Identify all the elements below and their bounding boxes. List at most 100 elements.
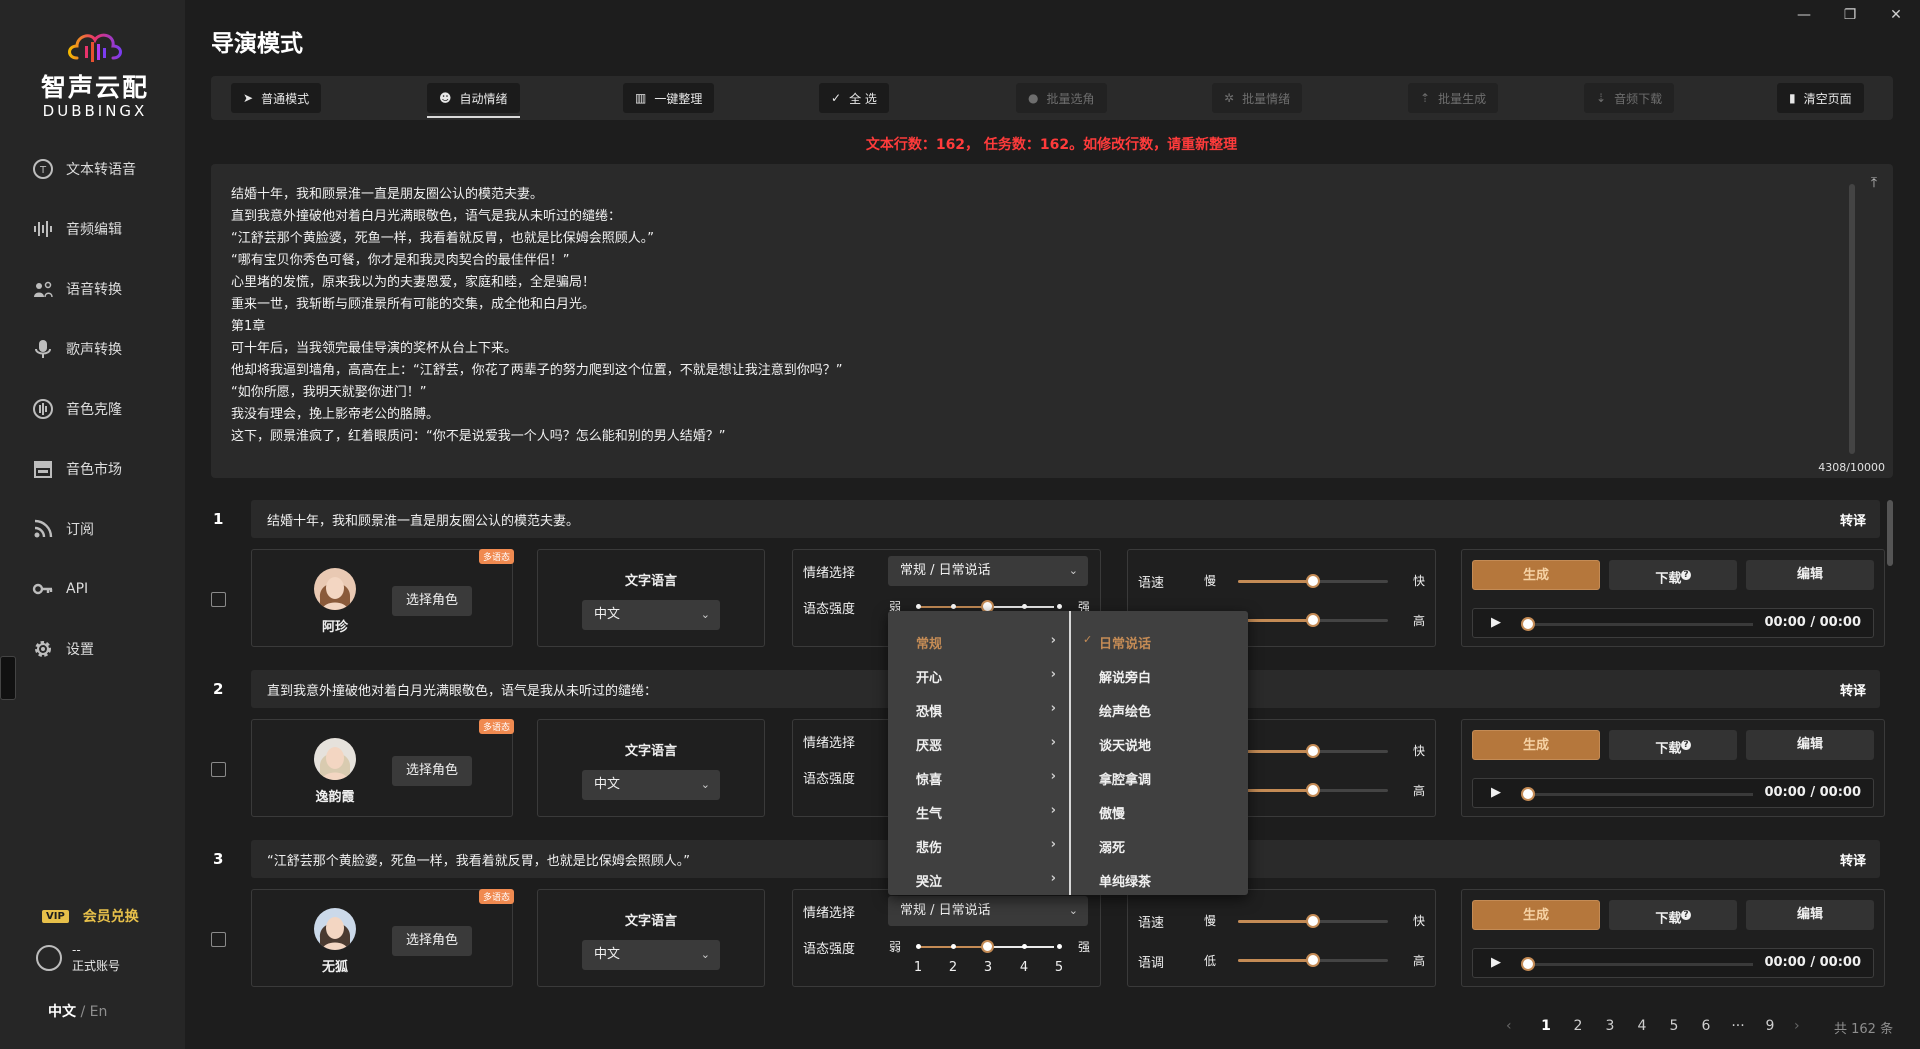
auto-emotion-button[interactable]: ☻ 自动情绪 <box>427 83 520 118</box>
download-button[interactable]: 下载? <box>1609 900 1737 930</box>
strength-tick[interactable] <box>916 944 921 949</box>
task-text[interactable]: 直到我意外撞破他对着白月光满眼敬色，语气是我从未听过的缱绻： <box>267 680 657 699</box>
pitch-thumb[interactable] <box>1306 783 1320 797</box>
emotion-category-item[interactable]: 常规 › <box>916 633 1056 652</box>
convert-button[interactable]: 转译 <box>1840 510 1866 529</box>
user-account[interactable]: -- 正式账号 <box>36 942 120 974</box>
play-icon[interactable]: ▶ <box>1491 955 1501 970</box>
strength-tick[interactable] <box>1022 944 1027 949</box>
close-button[interactable]: ✕ <box>1882 4 1910 26</box>
play-icon[interactable]: ▶ <box>1491 615 1501 630</box>
page-number[interactable]: 1 <box>1536 1018 1556 1034</box>
sidebar-item-subscribe[interactable]: 订阅 <box>30 514 170 544</box>
page-number[interactable]: 3 <box>1600 1018 1620 1034</box>
clear-page-button[interactable]: ▮ 清空页面 <box>1777 83 1864 113</box>
sidebar-item-settings[interactable]: 设置 <box>30 634 170 664</box>
pitch-slider[interactable] <box>1238 953 1388 967</box>
edit-button[interactable]: 编辑 <box>1746 560 1874 590</box>
emotion-category-item[interactable]: 厌恶 › <box>916 735 1056 754</box>
speed-thumb[interactable] <box>1306 914 1320 928</box>
edit-button[interactable]: 编辑 <box>1746 900 1874 930</box>
audio-progress-thumb[interactable] <box>1521 617 1535 631</box>
strength-tick[interactable] <box>916 604 921 609</box>
speed-thumb[interactable] <box>1306 744 1320 758</box>
sidebar-item-audio-edit[interactable]: 音频编辑 <box>30 214 170 244</box>
audio-progress-thumb[interactable] <box>1521 787 1535 801</box>
sidebar-item-api[interactable]: API <box>30 574 170 604</box>
emotion-category-item[interactable]: 生气 › <box>916 803 1056 822</box>
strength-thumb[interactable] <box>981 940 994 953</box>
task-text[interactable]: “江舒芸那个黄脸婆，死鱼一样，我看着就反胃，也就是比保姆会照顾人。” <box>267 850 690 869</box>
language-select[interactable]: 中文 ⌄ <box>582 940 720 970</box>
restore-button[interactable]: ❐ <box>1836 4 1864 26</box>
generate-button[interactable]: 生成 <box>1472 900 1600 930</box>
language-other[interactable]: En <box>90 1004 108 1020</box>
audio-progress-track[interactable] <box>1521 617 1753 631</box>
strength-tick[interactable] <box>1022 604 1027 609</box>
text-scrollbar[interactable] <box>1849 184 1855 454</box>
language-select[interactable]: 中文 ⌄ <box>582 770 720 800</box>
sidebar-item-voice-convert[interactable]: 语音转换 <box>30 274 170 304</box>
download-button[interactable]: 下载? <box>1609 560 1737 590</box>
convert-button[interactable]: 转译 <box>1840 850 1866 869</box>
batch-generate-button[interactable]: ⇡ 批量生成 <box>1408 83 1499 113</box>
page-number[interactable]: 5 <box>1664 1018 1684 1034</box>
text-content[interactable]: 结婚十年，我和顾景淮一直是朋友圈公认的模范夫妻。 直到我意外撞破他对着白月光满眼敬… <box>231 184 1801 448</box>
strength-tick[interactable] <box>951 944 956 949</box>
emotion-sub-item[interactable]: 绘声绘色 <box>1099 701 1239 720</box>
speed-slider[interactable] <box>1238 744 1388 758</box>
generate-button[interactable]: 生成 <box>1472 560 1600 590</box>
pitch-thumb[interactable] <box>1306 613 1320 627</box>
page-number[interactable]: 6 <box>1696 1018 1716 1034</box>
normal-mode-button[interactable]: ➤ 普通模式 <box>231 83 322 113</box>
emotion-category-item[interactable]: 哭泣 › <box>916 871 1056 890</box>
language-current[interactable]: 中文 <box>48 1004 76 1020</box>
audio-progress-track[interactable] <box>1521 957 1753 971</box>
text-editor[interactable]: 结婚十年，我和顾景淮一直是朋友圈公认的模范夫妻。 直到我意外撞破他对着白月光满眼敬… <box>211 164 1893 478</box>
sidebar-item-voice-clone[interactable]: 音色克隆 <box>30 394 170 424</box>
strength-tick[interactable] <box>951 604 956 609</box>
page-number[interactable]: ··· <box>1728 1018 1748 1034</box>
scroll-top-icon[interactable]: ⤒ <box>1863 172 1885 194</box>
audio-download-button[interactable]: ⇣ 音频下载 <box>1584 83 1675 113</box>
task-checkbox[interactable] <box>211 762 226 777</box>
emotion-sub-item[interactable]: 拿腔拿调 <box>1099 769 1239 788</box>
vip-redeem[interactable]: VIP 会员兑换 <box>42 906 139 926</box>
strength-tick[interactable] <box>1057 944 1062 949</box>
choose-role-button[interactable]: 选择角色 <box>392 756 472 786</box>
help-icon[interactable]: ? <box>1681 740 1691 750</box>
emotion-sub-item[interactable]: 傲慢 <box>1099 803 1239 822</box>
pitch-slider[interactable] <box>1238 783 1388 797</box>
sidebar-item-tts[interactable]: T 文本转语音 <box>30 154 170 184</box>
task-text[interactable]: 结婚十年，我和顾景淮一直是朋友圈公认的模范夫妻。 <box>267 510 579 529</box>
sidebar-collapse-handle[interactable] <box>0 656 16 700</box>
next-page-button[interactable]: › <box>1794 1018 1800 1034</box>
emotion-sub-item[interactable]: 谈天说地 <box>1099 735 1239 754</box>
convert-button[interactable]: 转译 <box>1840 680 1866 699</box>
help-icon[interactable]: ? <box>1681 570 1691 580</box>
page-number[interactable]: 2 <box>1568 1018 1588 1034</box>
organize-button[interactable]: ▥ 一键整理 <box>623 83 715 113</box>
main-scrollbar[interactable] <box>1887 500 1893 566</box>
emotion-strength-slider[interactable]: 1 2 3 4 5 <box>913 916 1063 976</box>
edit-button[interactable]: 编辑 <box>1746 730 1874 760</box>
sidebar-item-singing-convert[interactable]: 歌声转换 <box>30 334 170 364</box>
help-icon[interactable]: ? <box>1681 910 1691 920</box>
pitch-thumb[interactable] <box>1306 953 1320 967</box>
emotion-category-item[interactable]: 惊喜 › <box>916 769 1056 788</box>
choose-role-button[interactable]: 选择角色 <box>392 586 472 616</box>
speed-slider[interactable] <box>1238 914 1388 928</box>
emotion-sub-item[interactable]: 解说旁白 <box>1099 667 1239 686</box>
language-switch[interactable]: 中文 / En <box>48 1001 107 1021</box>
language-select[interactable]: 中文 ⌄ <box>582 600 720 630</box>
select-all-button[interactable]: ✓ 全 选 <box>819 83 889 113</box>
play-icon[interactable]: ▶ <box>1491 785 1501 800</box>
sidebar-item-voice-market[interactable]: 音色市场 <box>30 454 170 484</box>
page-number[interactable]: 9 <box>1760 1018 1780 1034</box>
emotion-sub-item[interactable]: 溺死 <box>1099 837 1239 856</box>
emotion-category-item[interactable]: 恐惧 › <box>916 701 1056 720</box>
page-number[interactable]: 4 <box>1632 1018 1652 1034</box>
audio-progress-thumb[interactable] <box>1521 957 1535 971</box>
audio-progress-track[interactable] <box>1521 787 1753 801</box>
pitch-slider[interactable] <box>1238 613 1388 627</box>
